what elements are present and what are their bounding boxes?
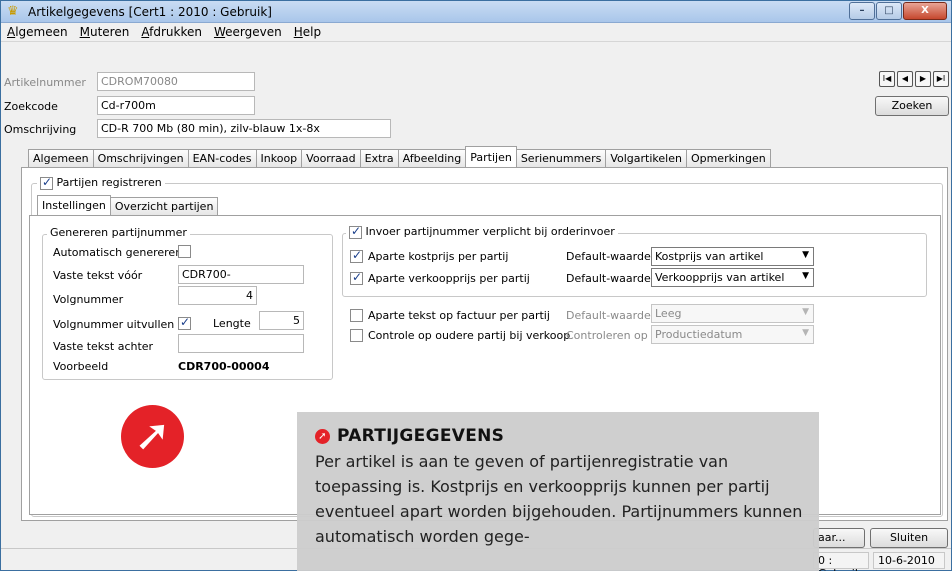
tab-voorraad[interactable]: Voorraad — [301, 149, 361, 167]
zoeken-button[interactable]: Zoeken — [875, 96, 949, 116]
verkoopprijs-select[interactable]: Verkoopprijs van artikel ▼ — [651, 268, 814, 287]
menu-help[interactable]: Help — [294, 25, 321, 39]
artikelnummer-label: Artikelnummer — [4, 76, 86, 89]
vaste-tekst-voor-field[interactable]: CDR700- — [178, 265, 304, 284]
menu-weergeven[interactable]: Weergeven — [214, 25, 282, 39]
vaste-tekst-achter-field[interactable] — [178, 334, 304, 353]
automatisch-genereren-label: Automatisch genereren — [53, 246, 183, 259]
controle-label: Controle op oudere partij bij verkoop — [368, 329, 571, 342]
close-button[interactable]: X — [903, 2, 947, 20]
automatisch-genereren-checkbox[interactable] — [178, 245, 191, 258]
lengte-field[interactable]: 5 — [259, 311, 304, 330]
artikelnummer-field[interactable]: CDROM70080 — [97, 72, 255, 91]
aparte-tekst-select-value: Leeg — [655, 307, 682, 320]
callout-title: ➚ PARTIJGEGEVENS — [315, 426, 805, 446]
verplicht-label: Invoer partijnummer verplicht bij orderi… — [365, 225, 615, 238]
red-arrow-bullet-icon: ➚ — [315, 428, 330, 444]
lengte-label: Lengte — [213, 317, 251, 330]
tab-volgartikelen[interactable]: Volgartikelen — [605, 149, 687, 167]
volgnummer-uitvullen-label: Volgnummer uitvullen — [53, 318, 175, 331]
controleren-op-select[interactable]: Productiedatum ▼ — [651, 325, 814, 344]
orderinvoer-group — [342, 233, 927, 297]
kostprijs-select[interactable]: Kostprijs van artikel ▼ — [651, 247, 814, 266]
verplicht-title: Invoer partijnummer verplicht bij orderi… — [346, 224, 618, 239]
sub-tabs: Instellingen Overzicht partijen — [37, 195, 219, 215]
partijen-registreren-label: Partijen registreren — [56, 176, 162, 189]
record-navigation: I◀ ◀ ▶ ▶I — [877, 71, 949, 87]
tab-inkoop[interactable]: Inkoop — [255, 149, 303, 167]
previous-record-button[interactable]: ◀ — [897, 71, 913, 87]
tab-afbeelding[interactable]: Afbeelding — [397, 149, 467, 167]
status-mode: 0 : Gebruik — [813, 552, 869, 571]
aparte-tekst-select[interactable]: Leeg ▼ — [651, 304, 814, 323]
dropdown-arrow-icon: ▼ — [802, 271, 809, 281]
dropdown-arrow-icon: ▼ — [802, 307, 809, 317]
vaste-tekst-voor-label: Vaste tekst vóór — [53, 269, 143, 282]
kostprijs-label: Aparte kostprijs per partij — [368, 250, 509, 263]
partial-button[interactable]: aar... — [813, 528, 865, 548]
aparte-tekst-checkbox[interactable] — [350, 309, 363, 322]
sluiten-button[interactable]: Sluiten — [870, 528, 948, 548]
verkoopprijs-checkbox[interactable] — [350, 270, 363, 285]
callout-title-text: PARTIJGEGEVENS — [337, 426, 505, 446]
status-date: 10-6-2010 — [873, 552, 945, 569]
minimize-button[interactable]: – — [849, 2, 875, 20]
zoekcode-field[interactable]: Cd-r700m — [97, 96, 255, 115]
menu-bar: Algemeen Muteren Afdrukken Weergeven Hel… — [1, 23, 951, 42]
subtab-instellingen[interactable]: Instellingen — [37, 195, 111, 215]
controleren-op-label: Controleren op — [566, 329, 648, 342]
tab-partijen[interactable]: Partijen — [465, 146, 517, 167]
dropdown-arrow-icon: ▼ — [802, 250, 809, 260]
kostprijs-default-label: Default-waarde — [566, 250, 651, 263]
main-tabs: Algemeen Omschrijvingen EAN-codes Inkoop… — [28, 146, 771, 167]
last-record-button[interactable]: ▶I — [933, 71, 949, 87]
tab-opmerkingen[interactable]: Opmerkingen — [685, 149, 771, 167]
window-title: Artikelgegevens [Cert1 : 2010 : Gebruik] — [28, 5, 272, 19]
callout-text: Per artikel is aan te geven of partijenr… — [315, 452, 803, 546]
first-record-button[interactable]: I◀ — [879, 71, 895, 87]
voorbeeld-label: Voorbeeld — [53, 360, 109, 373]
kostprijs-select-value: Kostprijs van artikel — [655, 250, 764, 263]
partijen-registreren-checkbox[interactable] — [40, 175, 53, 190]
controle-checkbox[interactable] — [350, 329, 363, 342]
genereren-group-title: Genereren partijnummer — [47, 226, 190, 239]
aparte-tekst-default-label: Default-waarde — [566, 309, 651, 322]
controleren-op-select-value: Productiedatum — [655, 328, 743, 341]
verplicht-checkbox[interactable] — [349, 224, 362, 239]
zoekcode-label: Zoekcode — [4, 100, 58, 113]
volgnummer-label: Volgnummer — [53, 293, 124, 306]
omschrijving-label: Omschrijving — [4, 123, 77, 136]
aparte-tekst-label: Aparte tekst op factuur per partij — [368, 309, 550, 322]
tab-serienummers[interactable]: Serienummers — [515, 149, 607, 167]
title-bar[interactable]: ♛ Artikelgegevens [Cert1 : 2010 : Gebrui… — [1, 1, 951, 23]
article-callout: ➚ PARTIJGEGEVENS Per artikel is aan te g… — [297, 412, 819, 571]
dropdown-arrow-icon: ▼ — [802, 328, 809, 338]
subtab-overzicht-partijen[interactable]: Overzicht partijen — [109, 197, 219, 215]
tab-extra[interactable]: Extra — [359, 149, 399, 167]
next-record-button[interactable]: ▶ — [915, 71, 931, 87]
menu-muteren[interactable]: Muteren — [80, 25, 130, 39]
voorbeeld-value: CDR700-00004 — [178, 360, 270, 373]
menu-afdrukken[interactable]: Afdrukken — [141, 25, 202, 39]
tab-omschrijvingen[interactable]: Omschrijvingen — [92, 149, 189, 167]
verkoopprijs-select-value: Verkoopprijs van artikel — [655, 271, 785, 284]
red-arrow-icon: ➚ — [121, 405, 184, 468]
volgnummer-uitvullen-checkbox[interactable] — [178, 315, 191, 330]
window-controls: – □ X — [848, 2, 947, 20]
maximize-button[interactable]: □ — [876, 2, 902, 20]
volgnummer-field[interactable]: 4 — [178, 286, 257, 305]
partijen-registreren-title: Partijen registreren — [37, 175, 165, 190]
verkoopprijs-label: Aparte verkoopprijs per partij — [368, 272, 530, 285]
tab-algemeen[interactable]: Algemeen — [28, 149, 94, 167]
tab-ean-codes[interactable]: EAN-codes — [187, 149, 257, 167]
menu-algemeen[interactable]: Algemeen — [7, 25, 68, 39]
vaste-tekst-achter-label: Vaste tekst achter — [53, 340, 154, 353]
verkoopprijs-default-label: Default-waarde — [566, 272, 651, 285]
kostprijs-checkbox[interactable] — [350, 248, 363, 263]
omschrijving-field[interactable]: CD-R 700 Mb (80 min), zilv-blauw 1x-8x — [97, 119, 391, 138]
app-crown-icon: ♛ — [7, 4, 19, 19]
